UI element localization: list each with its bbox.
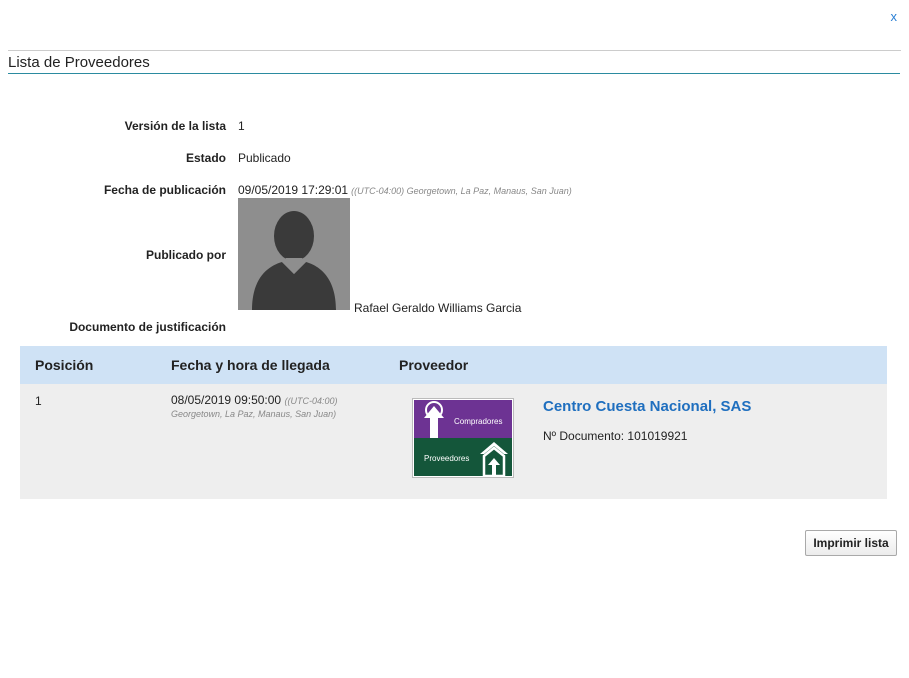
arrival-timezone-1: ((UTC-04:00) bbox=[284, 396, 338, 406]
section-title: Lista de Proveedores bbox=[8, 54, 900, 74]
version-label: Versión de la lista bbox=[124, 119, 226, 133]
fecha-timezone: ((UTC-04:00) Georgetown, La Paz, Manaus,… bbox=[351, 186, 572, 196]
header-posicion: Posición bbox=[35, 357, 94, 373]
cell-position: 1 bbox=[35, 394, 42, 408]
header-fecha: Fecha y hora de llegada bbox=[171, 357, 330, 373]
logo-top: Compradores bbox=[414, 400, 512, 438]
header-proveedor: Proveedor bbox=[399, 357, 469, 373]
logo-bottom: Proveedores bbox=[414, 438, 512, 476]
user-silhouette-icon bbox=[238, 198, 350, 310]
providers-table: Posición Fecha y hora de llegada Proveed… bbox=[20, 346, 887, 499]
fecha-datetime: 09/05/2019 17:29:01 bbox=[238, 183, 349, 197]
fecha-label: Fecha de publicación bbox=[103, 183, 226, 197]
print-list-button[interactable]: Imprimir lista bbox=[805, 530, 897, 556]
close-button[interactable]: x bbox=[891, 9, 898, 24]
modal-dialog: x Lista de Proveedores Versión de la lis… bbox=[0, 0, 909, 678]
publicado-row: Publicado por Rafael Geraldo Williams Ga… bbox=[0, 198, 522, 315]
table-row: 1 08/05/2019 09:50:00 ((UTC-04:00) Georg… bbox=[20, 384, 887, 499]
publicado-name: Rafael Geraldo Williams Garcia bbox=[354, 301, 522, 315]
arrival-datetime: 08/05/2019 09:50:00 bbox=[171, 393, 282, 407]
doc-label: Documento de justificación bbox=[69, 320, 226, 334]
logo-top-text: Compradores bbox=[454, 417, 503, 426]
info-list: Versión de la lista 1 Estado Publicado F… bbox=[0, 110, 909, 206]
estado-label: Estado bbox=[185, 151, 226, 165]
estado-value: Publicado bbox=[238, 151, 291, 165]
company-link[interactable]: Centro Cuesta Nacional, SAS bbox=[543, 398, 751, 415]
version-row: Versión de la lista 1 bbox=[0, 110, 909, 142]
fecha-value: 09/05/2019 17:29:01 ((UTC-04:00) Georgeto… bbox=[238, 183, 572, 197]
publicado-label: Publicado por bbox=[145, 248, 226, 262]
document-number: Nº Documento: 101019921 bbox=[543, 429, 688, 443]
divider bbox=[8, 50, 901, 51]
buyer-supplier-logo: Compradores Proveedores bbox=[412, 398, 514, 478]
version-value: 1 bbox=[238, 119, 245, 133]
cell-date: 08/05/2019 09:50:00 ((UTC-04:00) Georget… bbox=[171, 394, 337, 420]
table-header: Posición Fecha y hora de llegada Proveed… bbox=[20, 346, 887, 384]
estado-row: Estado Publicado bbox=[0, 142, 909, 174]
logo-bottom-text: Proveedores bbox=[424, 454, 470, 463]
arrival-timezone-2: Georgetown, La Paz, Manaus, San Juan) bbox=[171, 409, 337, 419]
